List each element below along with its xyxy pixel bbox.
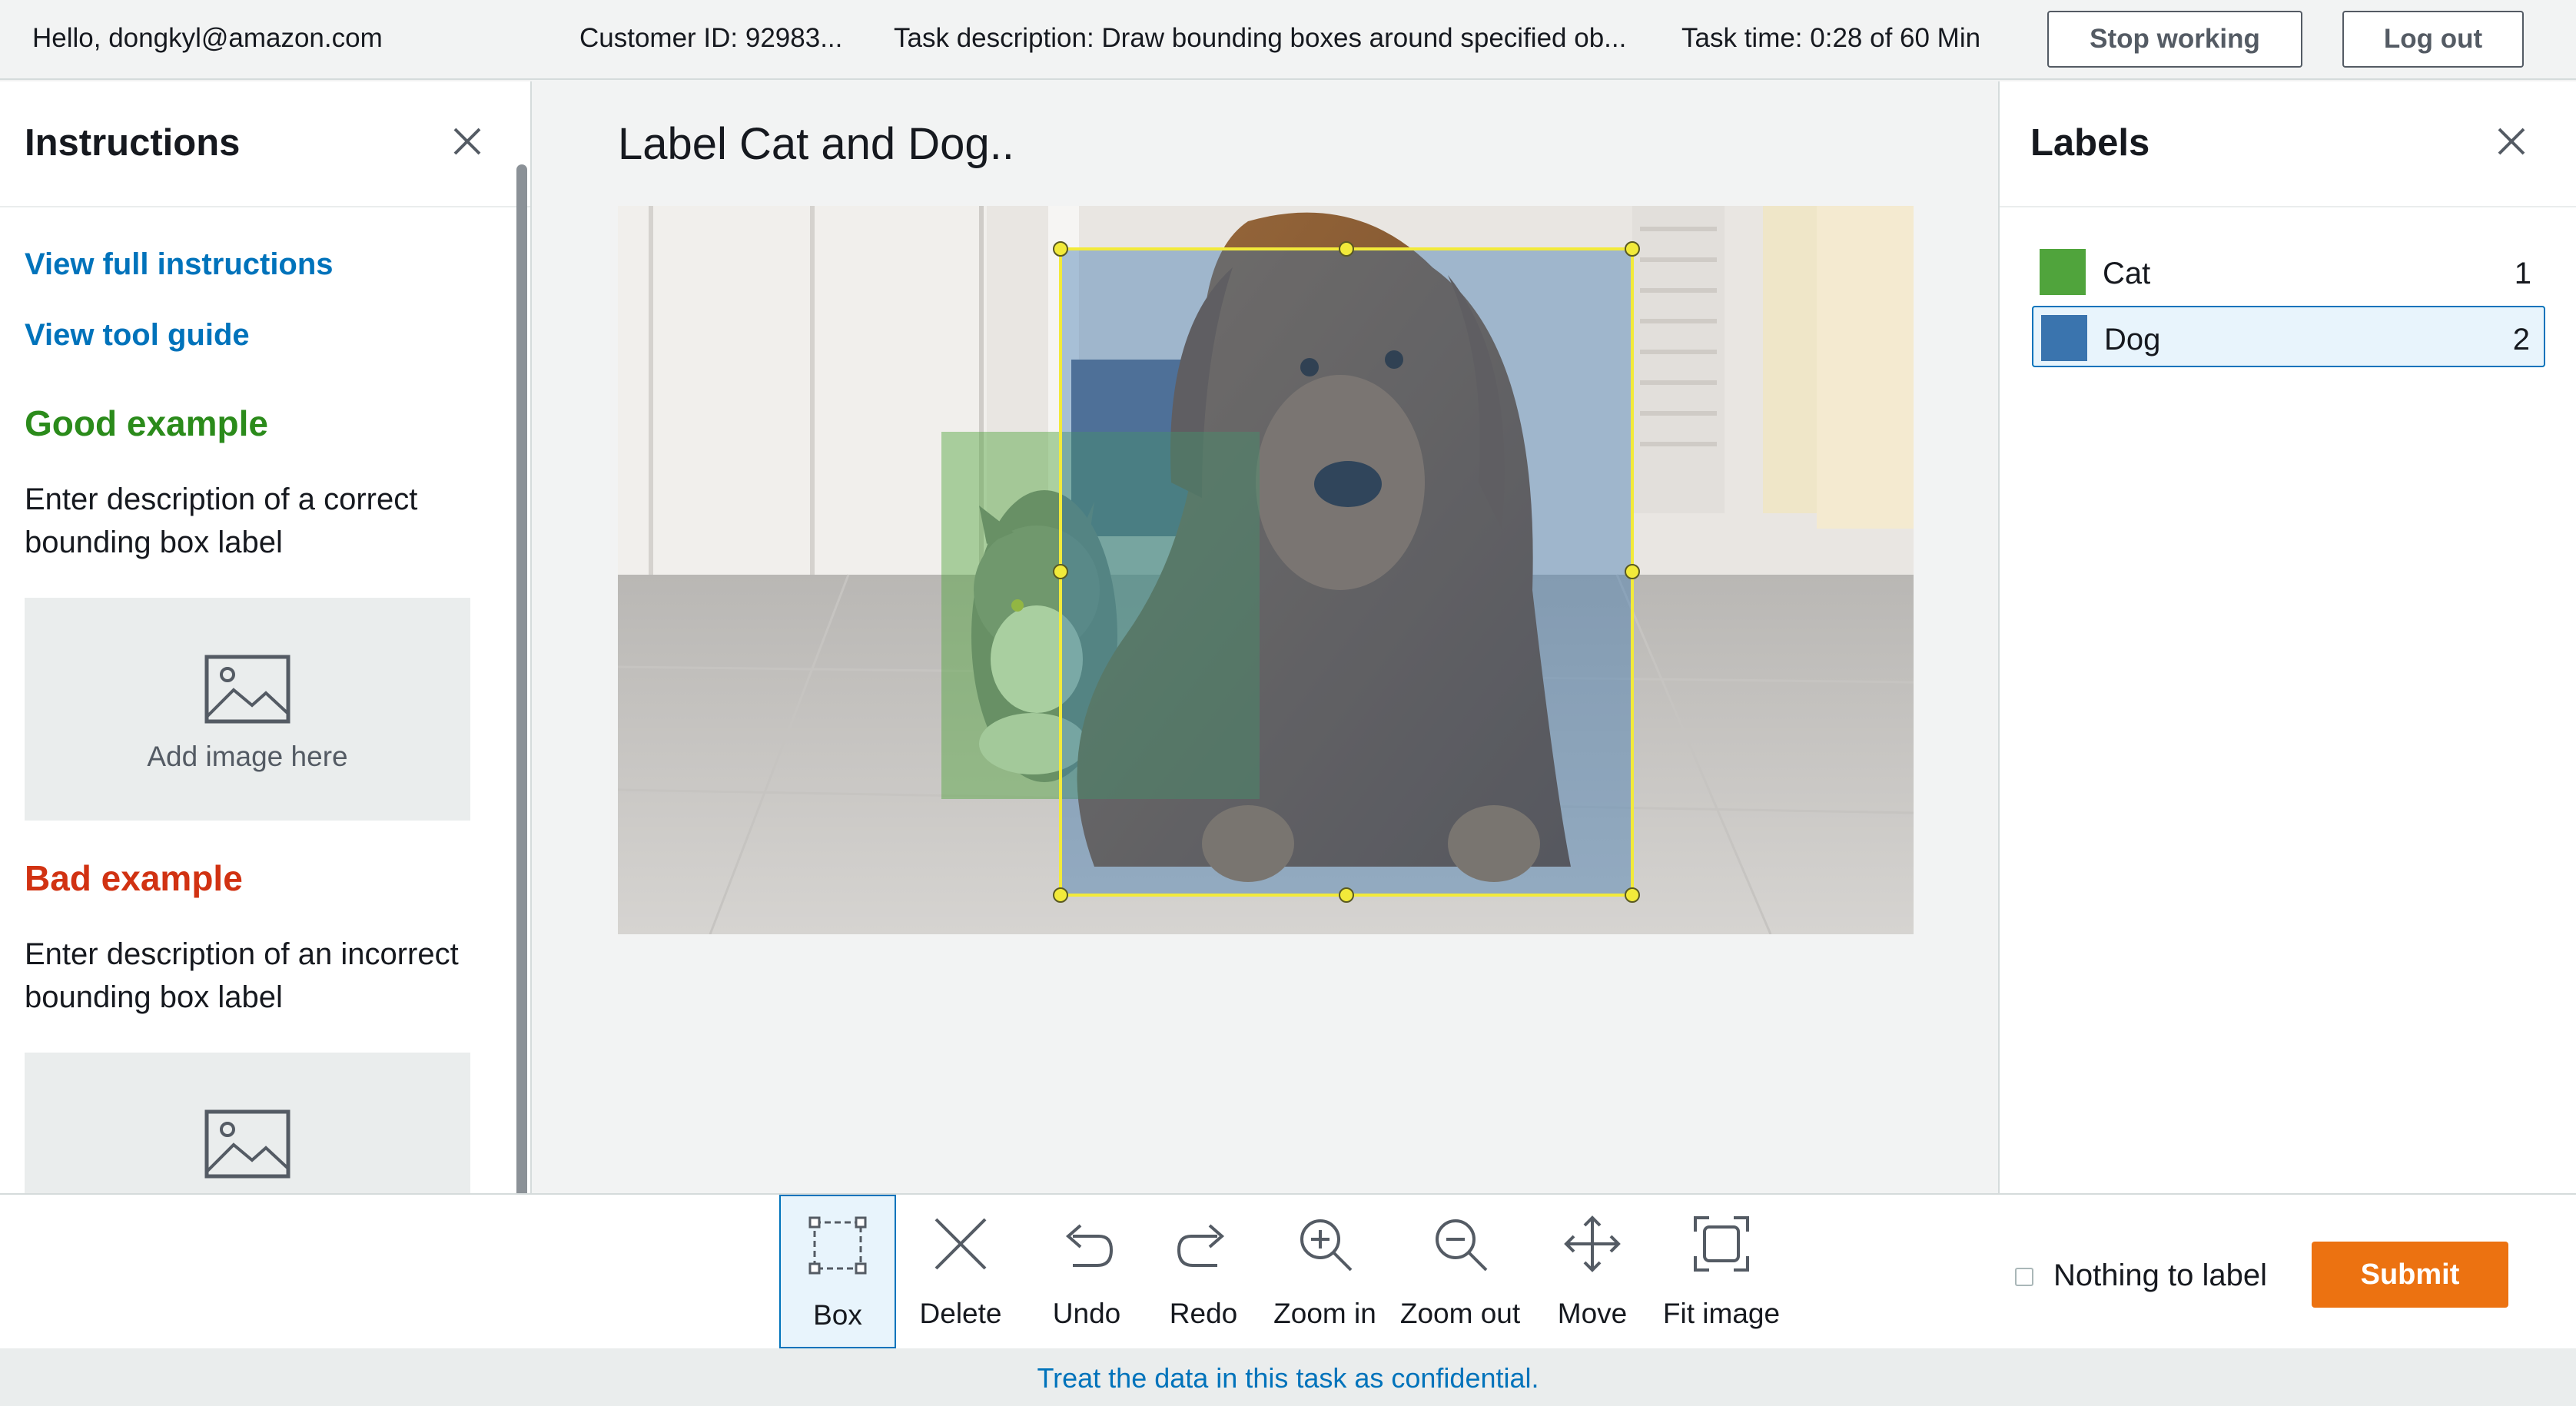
box-icon	[808, 1216, 867, 1275]
divider	[0, 206, 530, 207]
tool-label: Fit image	[1662, 1298, 1781, 1329]
nothing-to-label-text: Nothing to label	[2053, 1258, 2267, 1292]
view-full-instructions-link[interactable]: View full instructions	[25, 247, 334, 282]
bad-example-image-placeholder[interactable]	[25, 1053, 470, 1193]
labeled-photo	[618, 206, 1914, 934]
zoom-in-icon	[1300, 1219, 1353, 1272]
image-placeholder-icon	[204, 655, 290, 724]
add-image-caption: Add image here	[147, 741, 348, 772]
bad-example-description: Enter description of an incorrect boundi…	[25, 937, 459, 1014]
close-labels-icon[interactable]	[2495, 124, 2528, 158]
undo-icon	[1065, 1224, 1114, 1267]
image-canvas[interactable]	[618, 206, 1914, 934]
label-item-dog[interactable]: Dog 2	[2032, 306, 2545, 367]
good-example-image-placeholder[interactable]: Add image here	[25, 598, 470, 821]
move-icon	[1564, 1215, 1621, 1272]
zoom-out-icon	[1436, 1219, 1488, 1272]
close-instructions-icon[interactable]	[450, 124, 484, 158]
redo-icon	[1177, 1224, 1225, 1267]
instructions-panel: Instructions View full instructions View…	[0, 81, 530, 1193]
log-out-button[interactable]: Log out	[2342, 11, 2524, 68]
stop-working-button[interactable]: Stop working	[2047, 11, 2302, 68]
image-placeholder-icon	[204, 1109, 290, 1179]
customer-id: Customer ID: 92983...	[579, 23, 843, 53]
zoom-out-tool-button[interactable]: Zoom out	[1400, 1195, 1520, 1348]
bad-example-heading: Bad example	[25, 858, 243, 898]
user-greeting: Hello, dongkyl@amazon.com	[32, 23, 383, 53]
labels-title: Labels	[2030, 122, 2150, 164]
labels-panel: Labels Cat 1 Dog 2	[2000, 81, 2576, 1193]
label-count: 1	[2514, 257, 2531, 290]
nothing-to-label-checkbox[interactable]	[2015, 1268, 2033, 1286]
good-example-heading: Good example	[25, 403, 268, 443]
fit-image-icon	[1694, 1216, 1749, 1272]
task-description: Task description: Draw bounding boxes ar…	[894, 23, 1627, 53]
task-timer: Task time: 0:28 of 60 Min	[1681, 23, 1981, 53]
divider	[2000, 206, 2576, 207]
dog-bounding-box[interactable]	[1061, 249, 1632, 895]
label-color-swatch	[2041, 315, 2087, 361]
top-bar: Hello, dongkyl@amazon.com Customer ID: 9…	[0, 0, 2576, 80]
label-color-swatch	[2040, 249, 2086, 295]
submit-button[interactable]: Submit	[2312, 1242, 2508, 1308]
left-divider	[530, 81, 532, 1193]
label-name: Cat	[2103, 257, 2151, 290]
canvas-title: Label Cat and Dog..	[618, 119, 1014, 169]
zoom-in-tool-button[interactable]: Zoom in	[1266, 1195, 1383, 1348]
good-example-description: Enter description of a correct bounding …	[25, 482, 418, 559]
fit-image-tool-button[interactable]: Fit image	[1663, 1195, 1780, 1348]
label-item-cat[interactable]: Cat 1	[2032, 241, 2545, 303]
confidential-notice: Treat the data in this task as confident…	[0, 1348, 2576, 1406]
label-name: Dog	[2104, 323, 2161, 356]
instructions-title: Instructions	[25, 122, 241, 164]
delete-icon	[934, 1218, 987, 1270]
view-tool-guide-link[interactable]: View tool guide	[25, 318, 250, 353]
instructions-scrollbar[interactable]	[516, 164, 527, 1193]
label-count: 2	[2512, 323, 2530, 356]
